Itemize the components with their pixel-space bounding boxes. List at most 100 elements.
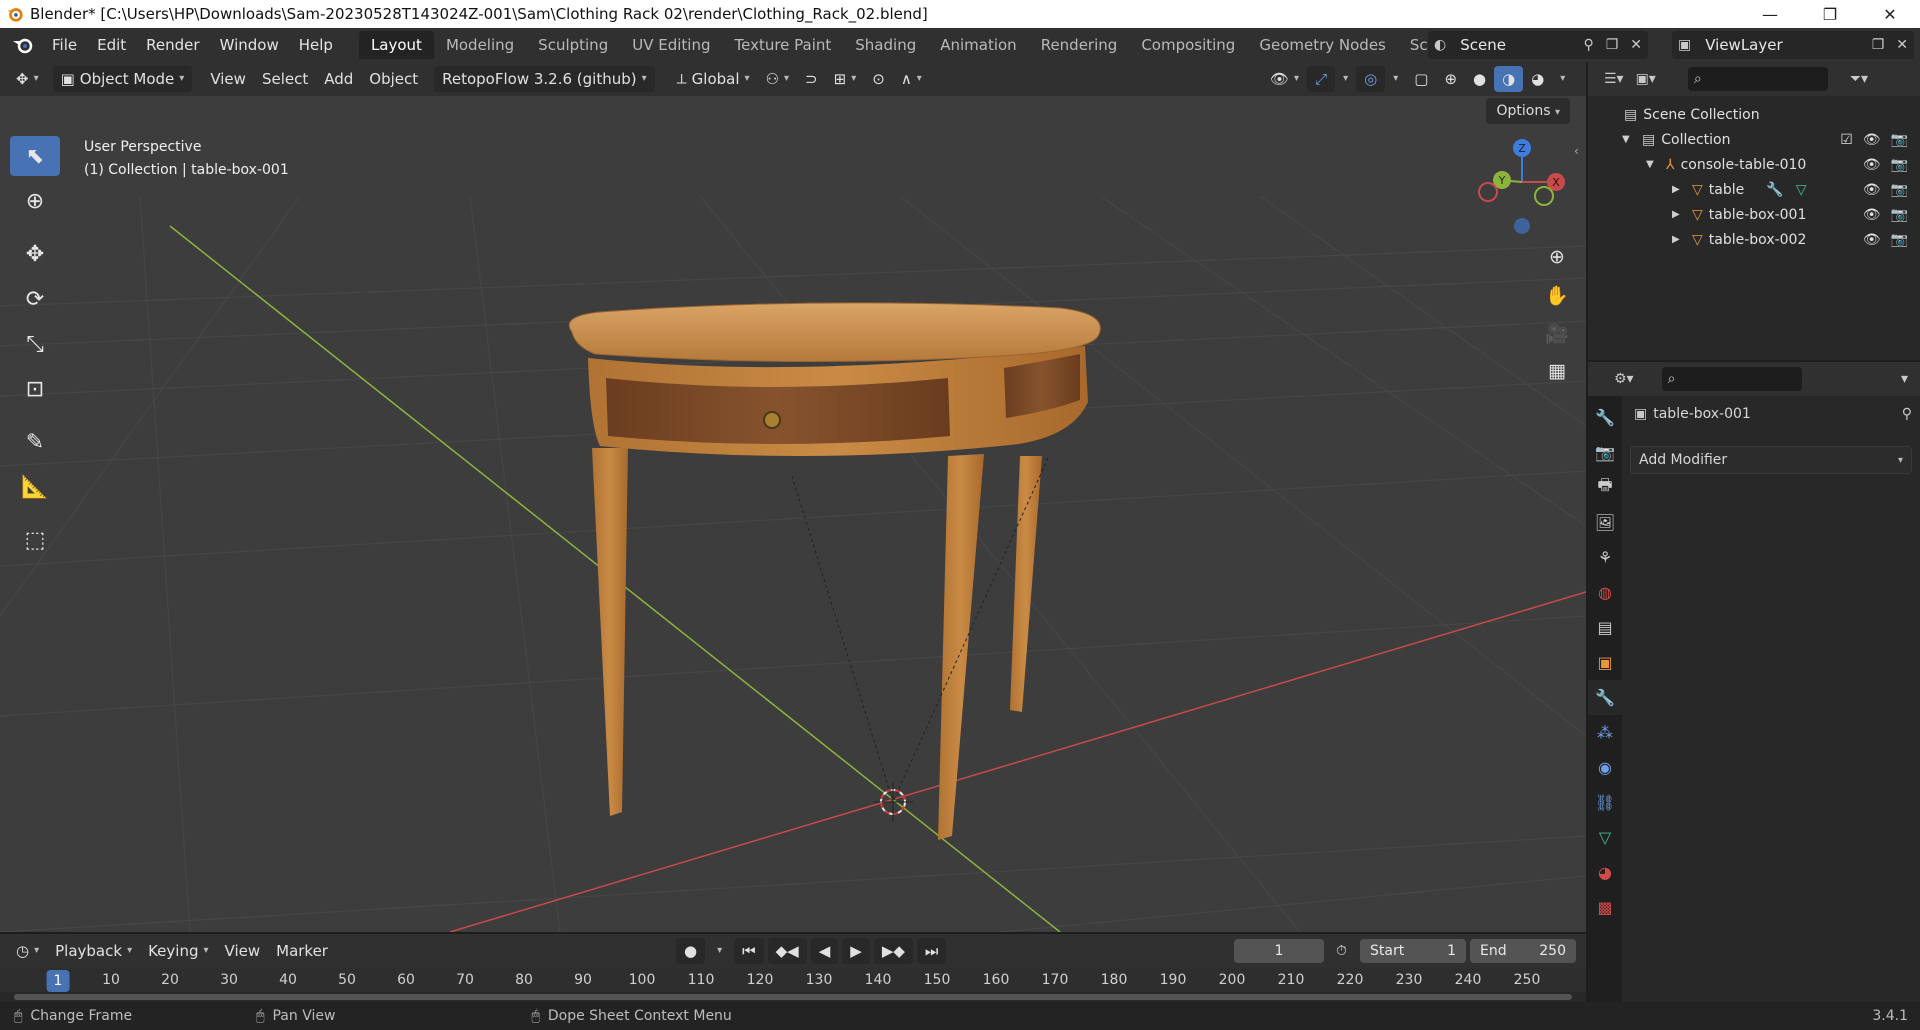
world-tab-icon[interactable]: ◍: [1588, 575, 1622, 610]
outliner-search-input[interactable]: ⌕: [1687, 67, 1828, 91]
expand-console-table-icon[interactable]: ▼: [1646, 159, 1660, 170]
object-tab-icon[interactable]: ▣: [1588, 645, 1622, 680]
menu-file[interactable]: File: [42, 31, 87, 59]
tab-modeling[interactable]: Modeling: [434, 31, 526, 59]
add-cube-tool-icon[interactable]: ⬚: [10, 520, 60, 560]
scale-tool-icon[interactable]: ⤡: [10, 324, 60, 364]
visibility-icon[interactable]: 👁 ▾: [1262, 66, 1307, 92]
outliner-collection[interactable]: ▼ ▤ Collection ☑ 👁 📷: [1588, 127, 1920, 152]
tab-rendering[interactable]: Rendering: [1029, 31, 1130, 59]
camera-icon[interactable]: 📷: [1891, 132, 1908, 148]
outliner-table-box-001[interactable]: ▶ ▽ table-box-001 👁 📷: [1588, 202, 1920, 227]
editor-type-icon[interactable]: ✥ ▾: [8, 66, 47, 92]
tab-compositing[interactable]: Compositing: [1129, 31, 1247, 59]
camera-icon[interactable]: 📷: [1891, 182, 1908, 198]
scene-tab-icon[interactable]: ⚘: [1588, 540, 1622, 575]
tab-animation[interactable]: Animation: [928, 31, 1028, 59]
timeline-area[interactable]: 1 10 20 30 40 50 60 70 80 90 100 110 120 130 140 150 160…: [0, 968, 1586, 1002]
expand-collection-icon[interactable]: ▼: [1622, 134, 1636, 145]
solid-shading-icon[interactable]: ●: [1465, 66, 1494, 92]
menu-render[interactable]: Render: [136, 31, 209, 59]
eye-icon[interactable]: 👁: [1863, 182, 1881, 198]
menu-object[interactable]: Object: [361, 66, 426, 92]
rotate-tool-icon[interactable]: ⟳: [10, 279, 60, 319]
filter-icon[interactable]: ⏷▾: [1850, 71, 1868, 87]
3d-viewport[interactable]: Z X Y ⬉ ⊕ ✥ ⟳ ⤡ ⊡ ✎ 📐 ⬚ User Perspective…: [0, 96, 1586, 932]
play-icon[interactable]: ▶: [842, 938, 870, 964]
camera-icon[interactable]: 📷: [1891, 207, 1908, 223]
properties-dropdown-icon[interactable]: ▾: [1901, 371, 1908, 387]
annotate-tool-icon[interactable]: ✎: [10, 422, 60, 462]
pin-icon[interactable]: ⚲: [1902, 406, 1912, 422]
output-tab-icon[interactable]: 🖶: [1588, 470, 1622, 505]
record-dropdown-icon[interactable]: ▾: [709, 938, 730, 964]
jump-end-icon[interactable]: ⏭: [916, 938, 947, 964]
minimize-button[interactable]: —: [1740, 0, 1800, 28]
outliner-scene-collection[interactable]: ▤ Scene Collection: [1588, 102, 1920, 127]
expand-table-box-001-icon[interactable]: ▶: [1672, 209, 1686, 220]
timeline-scrollbar[interactable]: [14, 994, 1572, 1000]
mode-dropdown[interactable]: ▣ Object Mode ▾: [52, 66, 193, 92]
constraints-tab-icon[interactable]: ⛓: [1588, 785, 1622, 820]
viewlayer-selector[interactable]: ▣ ViewLayer ❐ ✕: [1672, 31, 1914, 59]
menu-add[interactable]: Add: [316, 66, 361, 92]
menu-window[interactable]: Window: [210, 31, 289, 59]
timeline-marker-menu[interactable]: Marker: [268, 938, 336, 964]
perspective-grid-icon[interactable]: ▦: [1540, 354, 1574, 388]
scene-selector[interactable]: ◐ Scene ⚲ ❐ ✕: [1428, 31, 1648, 59]
proportional-edit-icon[interactable]: ⊙: [864, 66, 893, 92]
wireframe-shading-icon[interactable]: ⊕: [1436, 66, 1465, 92]
tab-sculpting[interactable]: Sculpting: [526, 31, 620, 59]
view-layer-tab-icon[interactable]: 🖼: [1588, 505, 1622, 540]
gizmo-dropdown-icon[interactable]: ▾: [1335, 66, 1356, 92]
falloff-icon[interactable]: ∧ ▾: [893, 66, 930, 92]
properties-editor-icon[interactable]: ⚙▾: [1614, 371, 1634, 387]
camera-icon[interactable]: 📷: [1891, 157, 1908, 173]
navigation-gizmo[interactable]: Z X Y: [1478, 139, 1565, 234]
record-icon[interactable]: ●: [676, 938, 706, 964]
timeline-view-menu[interactable]: View: [217, 938, 269, 964]
sidebar-toggle-icon[interactable]: ‹: [1574, 144, 1579, 158]
playback-dropdown[interactable]: Playback ▾: [47, 938, 140, 964]
pin-icon[interactable]: ⚲: [1583, 37, 1593, 53]
gizmo-toggle-icon[interactable]: ⤢: [1307, 66, 1336, 92]
pan-hand-icon[interactable]: ✋: [1540, 278, 1574, 312]
particles-tab-icon[interactable]: ⁂: [1588, 715, 1622, 750]
tab-texture-paint[interactable]: Texture Paint: [722, 31, 843, 59]
menu-select[interactable]: Select: [254, 66, 316, 92]
snap-icon[interactable]: ⊃: [797, 66, 826, 92]
camera-view-icon[interactable]: 🎥: [1540, 316, 1574, 350]
retopoflow-dropdown[interactable]: RetopoFlow 3.2.6 (github) ▾: [434, 66, 655, 92]
cursor-tool-icon[interactable]: ⊕: [10, 181, 60, 221]
maximize-button[interactable]: ❐: [1800, 0, 1860, 28]
data-tab-icon[interactable]: ▽: [1588, 820, 1622, 855]
outliner-table-box-002[interactable]: ▶ ▽ table-box-002 👁 📷: [1588, 227, 1920, 252]
menu-help[interactable]: Help: [289, 31, 343, 59]
blender-menu-icon[interactable]: [10, 32, 36, 58]
delete-viewlayer-icon[interactable]: ✕: [1896, 37, 1908, 53]
physics-tab-icon[interactable]: ◉: [1588, 750, 1622, 785]
eye-icon[interactable]: 👁: [1863, 132, 1881, 148]
current-frame-field[interactable]: 1: [1234, 939, 1324, 963]
stopwatch-icon[interactable]: ⏱: [1336, 943, 1347, 959]
pivot-point-icon[interactable]: ⚇ ▾: [758, 66, 797, 92]
prev-keyframe-icon[interactable]: ◆◀: [767, 938, 807, 964]
rendered-shading-icon[interactable]: ◕: [1523, 66, 1552, 92]
next-keyframe-icon[interactable]: ▶◆: [873, 938, 913, 964]
tab-layout[interactable]: Layout: [358, 31, 434, 59]
properties-search-input[interactable]: ⌕: [1661, 367, 1802, 391]
transform-orientation-dropdown[interactable]: ⟂ Global ▾: [669, 66, 758, 92]
close-button[interactable]: ✕: [1860, 0, 1920, 28]
delete-scene-icon[interactable]: ✕: [1630, 37, 1642, 53]
timeline-editor-icon[interactable]: ◷ ▾: [8, 938, 47, 964]
new-viewlayer-icon[interactable]: ❐: [1872, 37, 1885, 53]
start-frame-field[interactable]: Start 1: [1360, 939, 1466, 963]
eye-icon[interactable]: 👁: [1863, 207, 1881, 223]
shading-dropdown-icon[interactable]: ▾: [1552, 66, 1573, 92]
keying-dropdown[interactable]: Keying ▾: [140, 938, 216, 964]
camera-icon[interactable]: 📷: [1891, 232, 1908, 248]
new-scene-icon[interactable]: ❐: [1606, 37, 1619, 53]
end-frame-field[interactable]: End 250: [1470, 939, 1576, 963]
measure-tool-icon[interactable]: 📐: [10, 467, 60, 507]
eye-icon[interactable]: 👁: [1863, 157, 1881, 173]
